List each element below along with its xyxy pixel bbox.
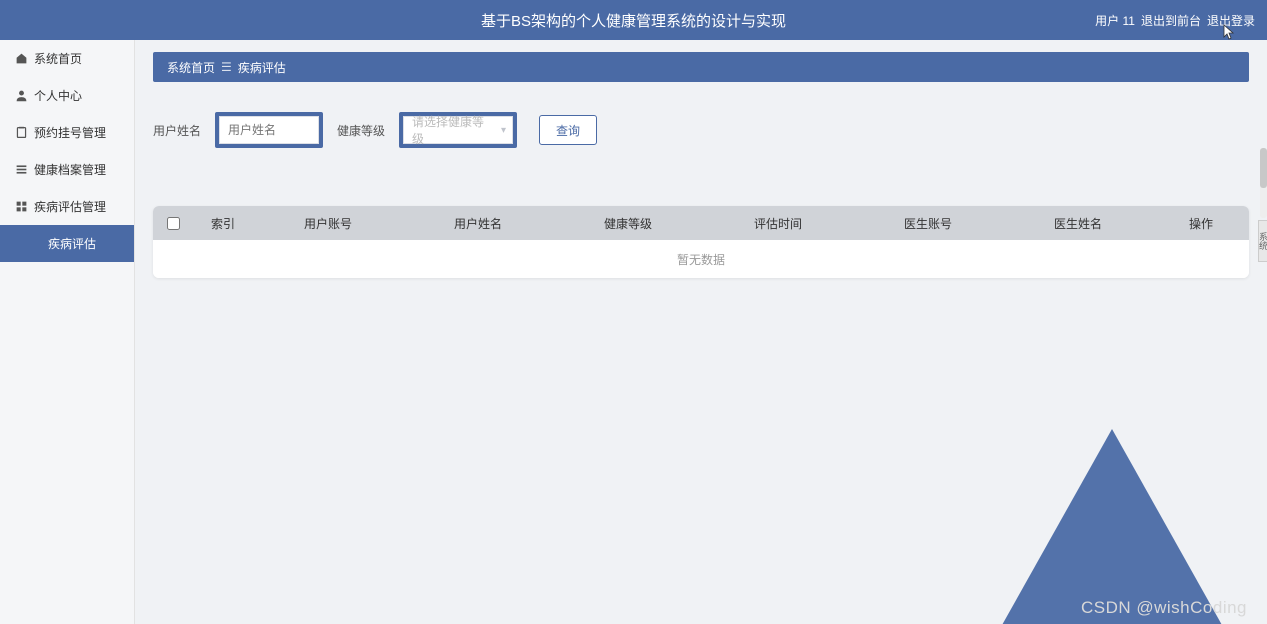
sidebar-item-label: 预约挂号管理 [34, 124, 106, 141]
sidebar-item-label: 疾病评估 [48, 235, 96, 252]
breadcrumb-root[interactable]: 系统首页 [167, 59, 215, 76]
current-user[interactable]: 用户 11 [1095, 12, 1135, 29]
empty-state: 暂无数据 [153, 240, 1249, 278]
username-label: 用户姓名 [153, 122, 201, 139]
clipboard-icon [14, 126, 28, 140]
scrollbar-thumb[interactable] [1260, 148, 1267, 188]
select-all-checkbox[interactable] [167, 217, 180, 230]
breadcrumb: 系统首页 ☰ 疾病评估 [153, 52, 1249, 82]
logout-link[interactable]: 退出登录 [1207, 12, 1255, 29]
decorative-triangle [997, 429, 1227, 624]
username-input-wrap [215, 112, 323, 148]
select-all-cell [153, 217, 193, 230]
breadcrumb-current: 疾病评估 [238, 59, 286, 76]
main-content: 系统首页 ☰ 疾病评估 用户姓名 健康等级 请选择健康等级 ▾ 查询 [135, 40, 1267, 624]
home-icon [14, 52, 28, 66]
search-bar: 用户姓名 健康等级 请选择健康等级 ▾ 查询 [153, 112, 1249, 148]
col-doctor-name: 医生姓名 [1003, 215, 1153, 232]
health-level-select[interactable]: 请选择健康等级 ▾ [403, 116, 513, 144]
col-index: 索引 [193, 215, 253, 232]
col-operation: 操作 [1153, 215, 1249, 232]
select-placeholder: 请选择健康等级 [412, 113, 490, 147]
app-title: 基于BS架构的个人健康管理系统的设计与实现 [481, 10, 786, 31]
sidebar-item-label: 疾病评估管理 [34, 198, 106, 215]
side-tab[interactable]: 系统 [1258, 220, 1267, 262]
watermark: CSDN @wishCoding [1081, 598, 1247, 618]
sidebar-item-label: 健康档案管理 [34, 161, 106, 178]
username-input[interactable] [219, 116, 319, 144]
search-button[interactable]: 查询 [539, 115, 597, 145]
breadcrumb-separator-icon: ☰ [221, 60, 232, 74]
col-user-name: 用户姓名 [403, 215, 553, 232]
col-health-level: 健康等级 [553, 215, 703, 232]
col-doctor-account: 医生账号 [853, 215, 1003, 232]
scrollbar-track[interactable] [1260, 148, 1267, 218]
sidebar-item-label: 系统首页 [34, 50, 82, 67]
sidebar-subitem-disease-eval[interactable]: 疾病评估 [0, 225, 134, 262]
col-eval-time: 评估时间 [703, 215, 853, 232]
sidebar-item-appointment[interactable]: 预约挂号管理 [0, 114, 134, 151]
sidebar-item-health-record[interactable]: 健康档案管理 [0, 151, 134, 188]
list-icon [14, 163, 28, 177]
grid-icon [14, 200, 28, 214]
sidebar: 系统首页 个人中心 预约挂号管理 健康档案管理 疾病评估管理 [0, 40, 135, 624]
sidebar-item-profile[interactable]: 个人中心 [0, 77, 134, 114]
exit-front-link[interactable]: 退出到前台 [1141, 12, 1201, 29]
chevron-down-icon: ▾ [501, 125, 506, 136]
table-header: 索引 用户账号 用户姓名 健康等级 评估时间 医生账号 医生姓名 操作 [153, 206, 1249, 240]
health-level-label: 健康等级 [337, 122, 385, 139]
app-header: 基于BS架构的个人健康管理系统的设计与实现 用户 11 退出到前台 退出登录 [0, 0, 1267, 40]
sidebar-item-label: 个人中心 [34, 87, 82, 104]
health-level-select-wrap: 请选择健康等级 ▾ [399, 112, 517, 148]
data-table: 索引 用户账号 用户姓名 健康等级 评估时间 医生账号 医生姓名 操作 暂无数据 [153, 206, 1249, 278]
col-user-account: 用户账号 [253, 215, 403, 232]
sidebar-item-home[interactable]: 系统首页 [0, 40, 134, 77]
header-right: 用户 11 退出到前台 退出登录 [1095, 0, 1255, 40]
person-icon [14, 89, 28, 103]
sidebar-item-disease-eval[interactable]: 疾病评估管理 [0, 188, 134, 225]
